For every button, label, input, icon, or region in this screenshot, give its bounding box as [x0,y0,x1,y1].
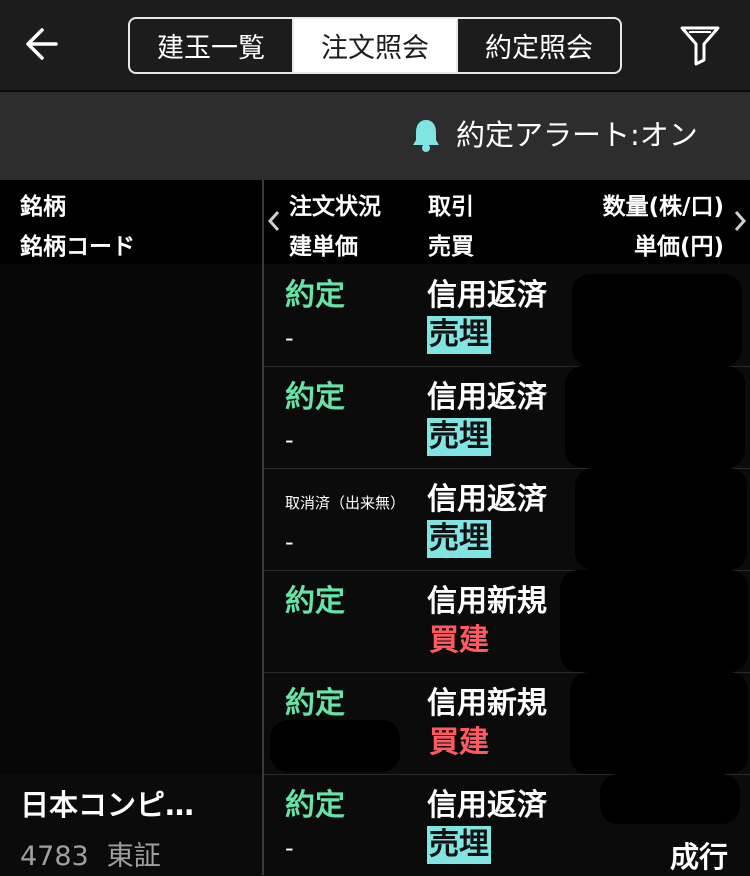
redacted-name-cell [0,570,262,672]
side-badge: 売埋 [427,826,491,864]
col-header-side: 売買 [428,234,474,260]
filter-icon[interactable] [678,22,722,66]
table-row[interactable]: 約定 信用新規 買建 [0,672,750,774]
bell-icon[interactable] [411,117,441,153]
execution-alert-toggle[interactable]: 約定アラート:オン [456,112,698,154]
trade-type: 信用返済 [427,380,547,415]
stock-name: 日本コンピ… [20,788,195,822]
trade-type: 信用新規 [427,584,547,619]
stock-code: 4783 東証 [20,834,161,873]
segmented-tabs: 建玉一覧 注文照会 約定照会 [128,17,622,74]
redacted-qty-cell [575,468,747,570]
redacted-qty-cell [565,366,745,468]
tab-execution-inquiry[interactable]: 約定照会 [456,19,620,72]
open-price: - [285,426,294,454]
back-arrow-icon[interactable] [20,22,60,66]
market-label: 東証 [106,841,161,872]
redacted-name-cell [0,468,262,570]
open-price: - [285,528,294,556]
table-row[interactable]: 約定 信用返済 - 売埋 [0,366,750,468]
order-status: 約定 [285,278,345,313]
side-badge: 売埋 [427,520,491,558]
table-row[interactable]: 約定 信用返済 - 売埋 [0,264,750,366]
col-header-trade: 取引 [428,194,474,220]
open-price: - [285,324,294,352]
col-header-open-price: 建単価 [289,234,358,260]
side-badge: 買建 [429,725,489,760]
col-header-name: 銘柄 [20,194,66,220]
order-status: 取消済（出来無） [285,494,406,512]
stock-code-number: 4783 [20,841,89,872]
col-header-code: 銘柄コード [20,234,135,260]
redacted-qty-cell [560,570,748,672]
col-header-status: 注文状況 [289,194,381,220]
redacted-qty-cell [572,274,742,366]
tab-positions[interactable]: 建玉一覧 [130,19,292,72]
table-row[interactable]: 約定 信用新規 買建 [0,570,750,672]
redacted-qty-cell [600,774,740,824]
order-type: 成行 [669,840,728,874]
trade-type: 信用新規 [427,686,547,721]
trade-type: 信用返済 [427,278,547,313]
redacted-name-cell [0,672,262,774]
trade-type: 信用返済 [427,788,547,823]
col-header-qty: 数量(株/口) [602,194,724,220]
redacted-price-cell [270,720,400,772]
chevron-right-icon[interactable] [732,206,748,236]
chevron-left-icon[interactable] [266,206,282,236]
order-status: 約定 [285,788,345,823]
redacted-name-cell [0,366,262,468]
side-badge: 売埋 [427,418,491,456]
side-badge: 売埋 [427,316,491,354]
tab-order-inquiry[interactable]: 注文照会 [292,19,456,72]
open-price: - [285,834,294,862]
table-row[interactable]: 取消済（出来無） 信用返済 - 売埋 [0,468,750,570]
col-header-unit-price: 単価(円) [633,234,724,260]
redacted-name-cell [0,264,262,366]
table-row[interactable]: 日本コンピ… 4783 東証 約定 信用返済 - 売埋 成行 [0,774,750,876]
order-status: 約定 [285,380,345,415]
side-badge: 買建 [429,623,489,658]
trade-type: 信用返済 [427,482,547,517]
order-status: 約定 [285,686,345,721]
redacted-qty-cell [570,672,748,774]
order-status: 約定 [285,584,345,619]
